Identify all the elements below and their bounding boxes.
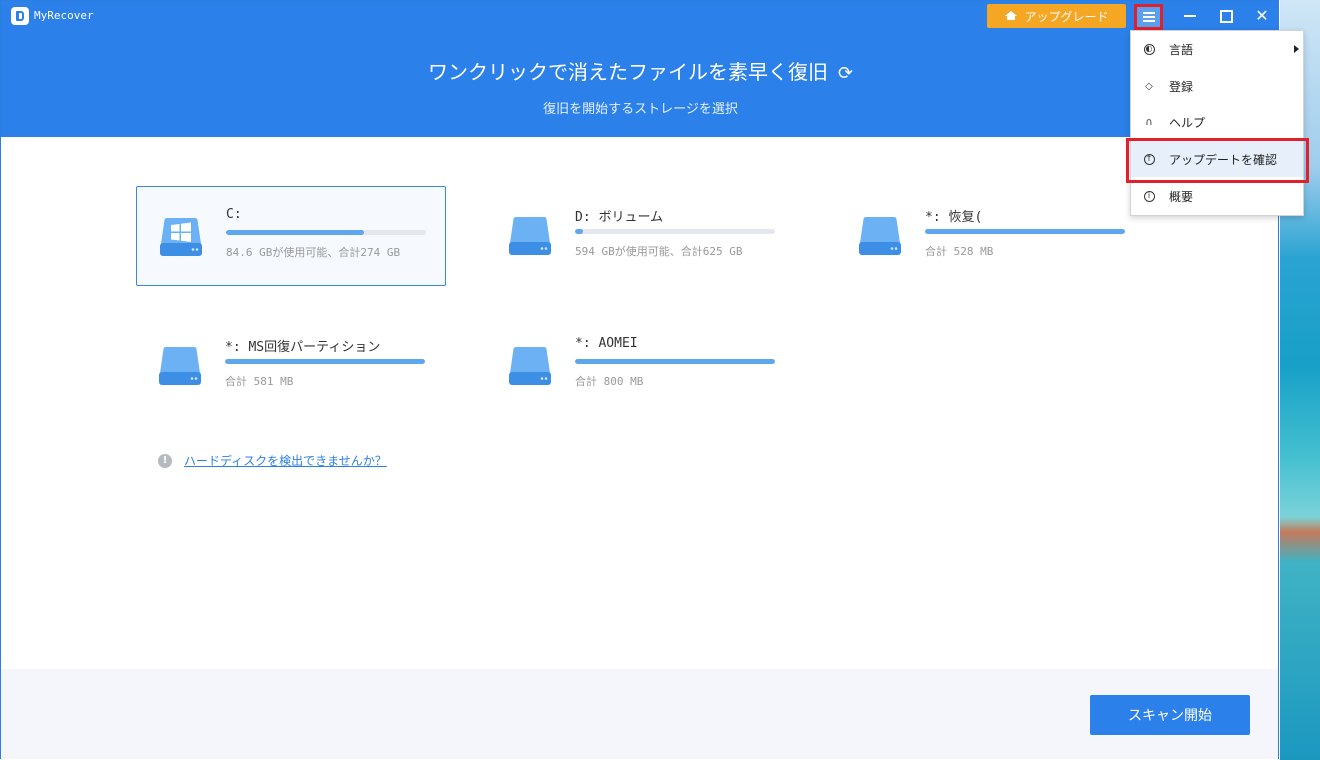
upgrade-label: アップグレード (1024, 9, 1109, 24)
page-subtitle: 復旧を開始するストレージを選択 (543, 102, 738, 117)
drive-name: C: (226, 207, 242, 222)
drive-usage-bar (575, 359, 775, 364)
app-name: MyRecover (34, 9, 94, 22)
headset-icon: ∩ (1145, 116, 1153, 128)
minimize-icon (1184, 15, 1196, 17)
drive-usage-bar (225, 359, 425, 364)
menu-item-label: アップデートを確認 (1169, 152, 1278, 167)
menu-item-label: 登録 (1169, 79, 1194, 94)
submenu-arrow-icon (1294, 45, 1299, 53)
drive-info: 合計 528 MB (925, 245, 994, 258)
main-menu-dropdown: ◐ 言語 ◇ 登録 ∩ ヘルプ ↑ アップデートを確認 i 概要 (1130, 30, 1304, 216)
drive-icon (509, 347, 551, 385)
drive-info: 合計 581 MB (225, 375, 294, 388)
start-scan-button[interactable]: スキャン開始 (1090, 695, 1250, 735)
menu-item-label: ヘルプ (1169, 115, 1206, 130)
drive-usage-bar (575, 229, 775, 234)
drive-icon (509, 217, 551, 255)
drive-card[interactable]: *: 恢复( 合計 528 MB (836, 186, 1146, 286)
menu-item-about[interactable]: i 概要 (1131, 178, 1303, 214)
drive-icon (159, 347, 201, 385)
menu-item-label: 概要 (1169, 189, 1194, 204)
app-logo-icon (11, 7, 29, 25)
drive-name: *: MS回復パーティション (225, 340, 381, 355)
menu-item-register[interactable]: ◇ 登録 (1131, 68, 1303, 104)
globe-icon: ◐ (1143, 43, 1155, 55)
drive-usage-bar (226, 230, 426, 235)
drive-name: D: ボリューム (575, 210, 664, 225)
app-window: MyRecover アップグレード ✕ ワンクリックで消えたファイルを素早く復旧… (0, 0, 1279, 759)
drive-info: 合計 800 MB (575, 375, 644, 388)
minimize-button[interactable] (1181, 7, 1199, 25)
drive-card[interactable]: *: MS回復パーティション 合計 581 MB (136, 316, 446, 416)
help-line: ! ハードディスクを検出できませんか？ (158, 452, 387, 469)
title-bar: MyRecover アップグレード ✕ (1, 1, 1278, 31)
drive-usage-bar (925, 229, 1125, 234)
graduation-cap-icon (1004, 11, 1018, 21)
page-title-text: ワンクリックで消えたファイルを素早く復旧 (427, 60, 828, 84)
arrow-up-circle-icon: ↑ (1143, 153, 1155, 165)
drive-card[interactable]: D: ボリューム 594 GBが使用可能、合計625 GB (486, 186, 796, 286)
close-button[interactable]: ✕ (1253, 7, 1271, 25)
maximize-icon (1219, 9, 1233, 23)
drive-card[interactable]: C: 84.6 GBが使用可能、合計274 GB (136, 186, 446, 286)
refresh-icon[interactable]: ⟳ (838, 63, 853, 84)
drive-icon (160, 218, 202, 256)
header-banner: MyRecover アップグレード ✕ ワンクリックで消えたファイルを素早く復旧… (1, 1, 1278, 137)
hamburger-icon (1142, 12, 1155, 22)
exclamation-icon: ! (158, 453, 172, 468)
menu-item-language[interactable]: ◐ 言語 (1131, 31, 1303, 67)
drive-card[interactable]: *: AOMEI 合計 800 MB (486, 316, 796, 416)
maximize-button[interactable] (1217, 7, 1235, 25)
diamond-icon: ◇ (1145, 80, 1153, 92)
menu-item-check-update[interactable]: ↑ アップデートを確認 (1131, 141, 1303, 177)
upgrade-button[interactable]: アップグレード (987, 4, 1126, 28)
drive-info: 84.6 GBが使用可能、合計274 GB (226, 246, 401, 259)
close-icon: ✕ (1255, 6, 1269, 25)
drive-name: *: 恢复( (925, 210, 983, 225)
menu-item-help[interactable]: ∩ ヘルプ (1131, 104, 1303, 140)
drive-name: *: AOMEI (575, 336, 638, 351)
main-menu-button[interactable] (1134, 4, 1163, 30)
cannot-detect-disk-link[interactable]: ハードディスクを検出できませんか？ (184, 452, 387, 469)
info-icon: i (1143, 190, 1155, 202)
footer-bar: スキャン開始 (1, 669, 1278, 759)
menu-item-label: 言語 (1169, 42, 1194, 57)
drive-icon (859, 217, 901, 255)
page-title: ワンクリックで消えたファイルを素早く復旧 ⟳ (1, 56, 1280, 85)
drive-info: 594 GBが使用可能、合計625 GB (575, 245, 743, 258)
